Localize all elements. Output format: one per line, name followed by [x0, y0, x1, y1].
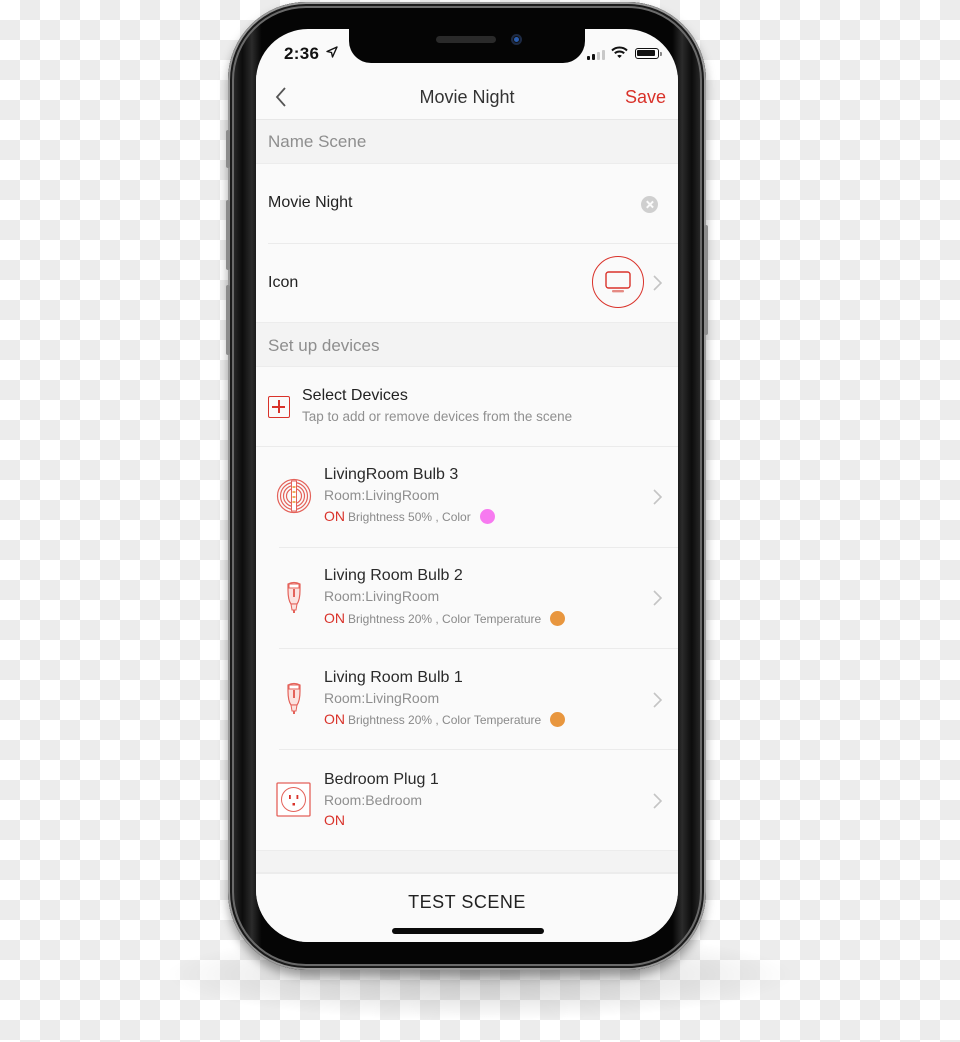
test-scene-button[interactable]: TEST SCENE — [408, 892, 526, 913]
device-row[interactable]: LivingRoom Bulb 3 Room:LivingRoom ON Brig… — [256, 447, 678, 547]
select-devices-subtitle: Tap to add or remove devices from the sc… — [302, 409, 573, 424]
device-room: Room:LivingRoom — [324, 588, 440, 604]
select-devices-row[interactable]: Select Devices Tap to add or remove devi… — [256, 368, 678, 446]
device-on-status: ON — [324, 610, 345, 626]
device-state: ON Brightness 20% , Color Temperature — [324, 610, 566, 626]
icon-row[interactable]: Icon — [256, 244, 678, 322]
device-room: Room:LivingRoom — [324, 487, 440, 503]
scene-icon-button[interactable] — [592, 256, 644, 308]
device-name: Living Room Bulb 1 — [324, 669, 463, 686]
scene-name-row[interactable]: Movie Night — [256, 165, 678, 243]
device-row[interactable]: Living Room Bulb 1 Room:LivingRoom ON Bri… — [256, 649, 678, 749]
smart-plug-icon — [276, 782, 311, 817]
select-devices-title: Select Devices — [302, 387, 408, 404]
device-state: ON Brightness 20% , Color Temperature — [324, 711, 566, 727]
save-button[interactable]: Save — [625, 87, 666, 108]
nav-bar: Movie Night Save — [256, 75, 678, 120]
color-swatch — [550, 712, 566, 727]
clear-circle-icon[interactable] — [641, 196, 658, 213]
chevron-right-icon[interactable] — [652, 691, 664, 709]
chevron-right-icon[interactable] — [652, 488, 664, 506]
device-row[interactable]: Living Room Bulb 2 Room:LivingRoom ON Bri… — [256, 548, 678, 648]
battery-icon — [635, 48, 662, 59]
chevron-right-icon[interactable] — [652, 274, 664, 292]
device-row[interactable]: Bedroom Plug 1 Room:Bedroom ON — [256, 750, 678, 850]
section-header-devices: Set up devices — [256, 322, 678, 367]
tv-icon — [604, 270, 631, 292]
section-header-name-scene: Name Scene — [256, 120, 678, 164]
bulb-icon — [287, 682, 301, 714]
device-name: Bedroom Plug 1 — [324, 771, 439, 788]
device-detail: Brightness 20% , Color Temperature — [348, 612, 542, 626]
speaker — [436, 36, 496, 43]
status-time: 2:36 — [284, 44, 320, 63]
device-detail: Brightness 50% , Color — [348, 510, 471, 524]
device-state: ON Brightness 50% , Color — [324, 508, 495, 524]
scene-name-input[interactable]: Movie Night — [268, 194, 352, 212]
mute-switch — [226, 130, 230, 168]
device-name: Living Room Bulb 2 — [324, 567, 463, 584]
device-on-status: ON — [324, 812, 345, 828]
volume-down-button — [226, 285, 230, 355]
device-state: ON — [324, 812, 348, 828]
front-camera — [511, 34, 522, 45]
chevron-right-icon[interactable] — [652, 589, 664, 607]
list-footer-spacer — [256, 850, 678, 873]
app-screen: 2:36 Movie Night Save Name Scene Movie N… — [256, 29, 678, 942]
page-title: Movie Night — [419, 87, 515, 107]
device-on-status: ON — [324, 508, 345, 524]
device-room: Room:Bedroom — [324, 792, 423, 808]
power-button — [704, 225, 708, 335]
location-arrow-icon — [326, 46, 338, 58]
device-room: Room:LivingRoom — [324, 690, 440, 706]
volume-up-button — [226, 200, 230, 270]
color-swatch — [479, 509, 495, 524]
lightstrip-icon — [276, 478, 312, 514]
device-detail: Brightness 20% , Color Temperature — [348, 713, 542, 727]
notch — [349, 29, 585, 63]
chevron-right-icon[interactable] — [652, 792, 664, 810]
cellular-signal-icon — [587, 50, 605, 60]
device-name: LivingRoom Bulb 3 — [324, 466, 459, 483]
home-indicator[interactable] — [392, 928, 544, 934]
bulb-icon — [287, 581, 301, 613]
color-swatch — [550, 611, 566, 626]
device-on-status: ON — [324, 711, 345, 727]
icon-label: Icon — [268, 274, 299, 291]
plus-square-icon — [268, 396, 290, 418]
wifi-icon — [611, 46, 628, 58]
